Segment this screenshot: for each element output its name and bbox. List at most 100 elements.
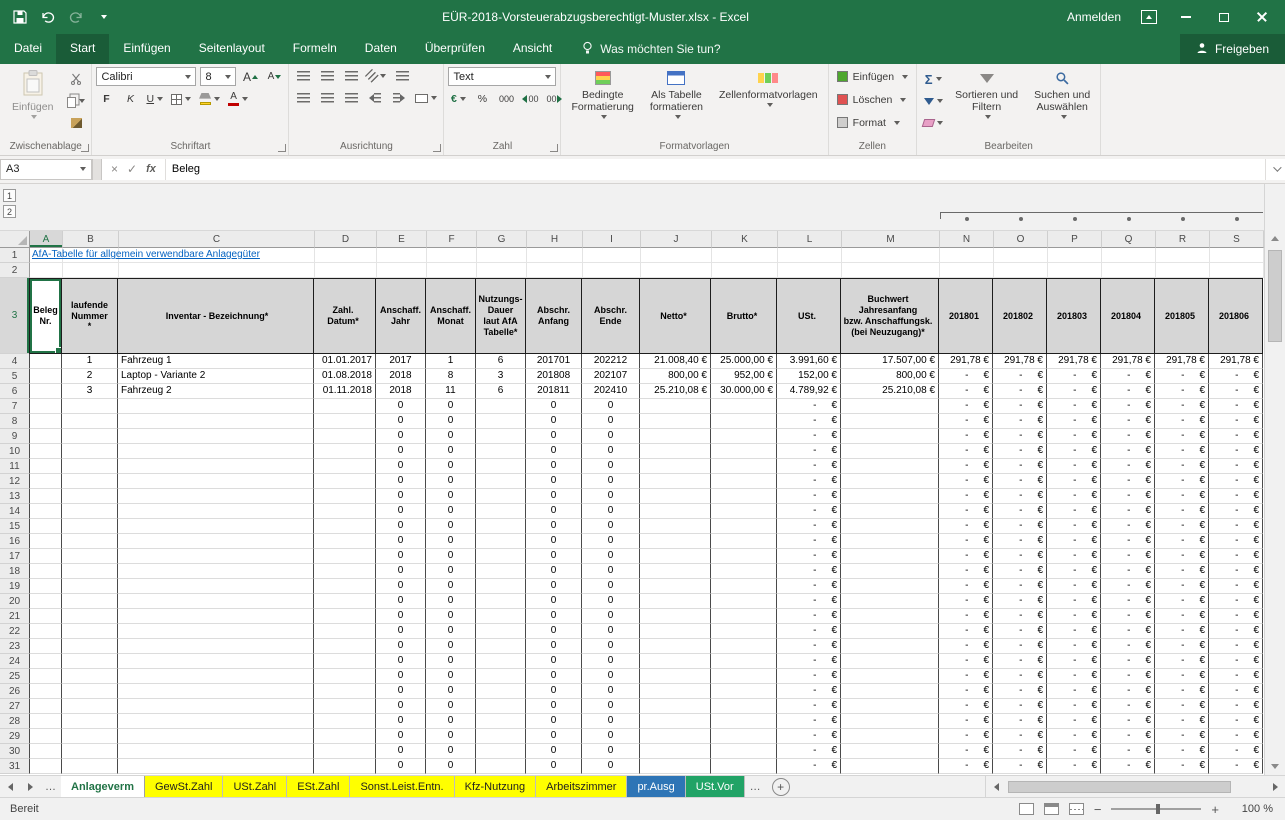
cell-R31[interactable]: -€ (1155, 759, 1209, 774)
column-group-dot[interactable] (965, 217, 969, 221)
row-header-17[interactable]: 17 (0, 549, 30, 564)
cell-J9[interactable] (640, 429, 711, 444)
cell-R9[interactable]: -€ (1155, 429, 1209, 444)
wrap-text-button[interactable] (392, 67, 412, 85)
cell-P26[interactable]: -€ (1047, 684, 1101, 699)
cell-K28[interactable] (711, 714, 777, 729)
col-header-B[interactable]: B (63, 231, 119, 248)
cell-H11[interactable]: 0 (526, 459, 582, 474)
undo-icon[interactable] (40, 9, 56, 25)
sheet-tab-anlageverm[interactable]: Anlageverm (61, 776, 145, 797)
cell-J6[interactable]: 25.210,08 € (640, 384, 711, 399)
cell-G24[interactable] (476, 654, 526, 669)
cell-Q31[interactable]: -€ (1101, 759, 1155, 774)
cell-D24[interactable] (314, 654, 376, 669)
cell-D30[interactable] (314, 744, 376, 759)
cell-A10[interactable] (29, 444, 62, 459)
cell-K7[interactable] (711, 399, 777, 414)
cell-F26[interactable]: 0 (426, 684, 476, 699)
cell-F12[interactable]: 0 (426, 474, 476, 489)
align-middle-button[interactable] (317, 67, 337, 85)
cell-L18[interactable]: -€ (777, 564, 841, 579)
cell-S26[interactable]: -€ (1209, 684, 1263, 699)
cell-M5[interactable]: 800,00 € (841, 369, 939, 384)
cell-B29[interactable] (62, 729, 118, 744)
cell-C18[interactable] (118, 564, 314, 579)
cell-H29[interactable]: 0 (526, 729, 582, 744)
dialog-launcher-icon[interactable] (81, 144, 89, 152)
cell-P24[interactable]: -€ (1047, 654, 1101, 669)
cell-E11[interactable]: 0 (376, 459, 426, 474)
cell-E14[interactable]: 0 (376, 504, 426, 519)
cell-H8[interactable]: 0 (526, 414, 582, 429)
cell-J16[interactable] (640, 534, 711, 549)
cell-C13[interactable] (118, 489, 314, 504)
cell-K5[interactable]: 952,00 € (711, 369, 777, 384)
cell-N2[interactable] (940, 263, 994, 278)
cell-G9[interactable] (476, 429, 526, 444)
cell-Q22[interactable]: -€ (1101, 624, 1155, 639)
cell-C21[interactable] (118, 609, 314, 624)
cell-P14[interactable]: -€ (1047, 504, 1101, 519)
cell-J25[interactable] (640, 669, 711, 684)
row-header-3[interactable]: 3 (0, 278, 30, 354)
cell-L5[interactable]: 152,00 € (777, 369, 841, 384)
cell-A6[interactable] (29, 384, 62, 399)
borders-button[interactable] (169, 90, 193, 108)
cell-H23[interactable]: 0 (526, 639, 582, 654)
cell-Q19[interactable]: -€ (1101, 579, 1155, 594)
cell-D23[interactable] (314, 639, 376, 654)
col-header-D[interactable]: D (315, 231, 377, 248)
cell-S29[interactable]: -€ (1209, 729, 1263, 744)
cell-E3[interactable]: Anschaff. Jahr (376, 278, 426, 354)
cell-L12[interactable]: -€ (777, 474, 841, 489)
outline-level-2-button[interactable]: 2 (3, 205, 16, 218)
cell-K2[interactable] (712, 263, 778, 278)
align-bottom-button[interactable] (341, 67, 361, 85)
cell-O12[interactable]: -€ (993, 474, 1047, 489)
cell-A2[interactable] (30, 263, 63, 278)
cell-I25[interactable]: 0 (582, 669, 640, 684)
cell-H7[interactable]: 0 (526, 399, 582, 414)
cell-R26[interactable]: -€ (1155, 684, 1209, 699)
cell-A14[interactable] (29, 504, 62, 519)
cell-B26[interactable] (62, 684, 118, 699)
font-size-select[interactable]: 8 (200, 67, 236, 86)
cell-E20[interactable]: 0 (376, 594, 426, 609)
cell-N19[interactable]: -€ (939, 579, 993, 594)
ribbon-tab-daten[interactable]: Daten (351, 34, 411, 64)
cell-N14[interactable]: -€ (939, 504, 993, 519)
cell-B16[interactable] (62, 534, 118, 549)
cell-B25[interactable] (62, 669, 118, 684)
cell-K26[interactable] (711, 684, 777, 699)
cell-K12[interactable] (711, 474, 777, 489)
cell-F30[interactable]: 0 (426, 744, 476, 759)
cell-C11[interactable] (118, 459, 314, 474)
cell-O15[interactable]: -€ (993, 519, 1047, 534)
decrease-font-button[interactable]: A (264, 68, 284, 86)
cell-S15[interactable]: -€ (1209, 519, 1263, 534)
tell-me-search[interactable]: Was möchten Sie tun? (582, 34, 720, 64)
cell-K1[interactable] (712, 248, 778, 263)
cell-M17[interactable] (841, 549, 939, 564)
cell-P27[interactable]: -€ (1047, 699, 1101, 714)
cell-I8[interactable]: 0 (582, 414, 640, 429)
cell-B12[interactable] (62, 474, 118, 489)
cell-C29[interactable] (118, 729, 314, 744)
ribbon-tab-start[interactable]: Start (56, 34, 109, 64)
cell-S30[interactable]: -€ (1209, 744, 1263, 759)
cell-J5[interactable]: 800,00 € (640, 369, 711, 384)
percent-style-button[interactable]: % (472, 90, 492, 108)
cell-O16[interactable]: -€ (993, 534, 1047, 549)
cell-D9[interactable] (314, 429, 376, 444)
cell-M10[interactable] (841, 444, 939, 459)
cell-G22[interactable] (476, 624, 526, 639)
cell-M11[interactable] (841, 459, 939, 474)
cell-B23[interactable] (62, 639, 118, 654)
cell-Q18[interactable]: -€ (1101, 564, 1155, 579)
cell-K27[interactable] (711, 699, 777, 714)
number-format-select[interactable]: Text (448, 67, 556, 86)
cell-H9[interactable]: 0 (526, 429, 582, 444)
scroll-right-arrow[interactable] (1265, 783, 1285, 791)
cell-E30[interactable]: 0 (376, 744, 426, 759)
